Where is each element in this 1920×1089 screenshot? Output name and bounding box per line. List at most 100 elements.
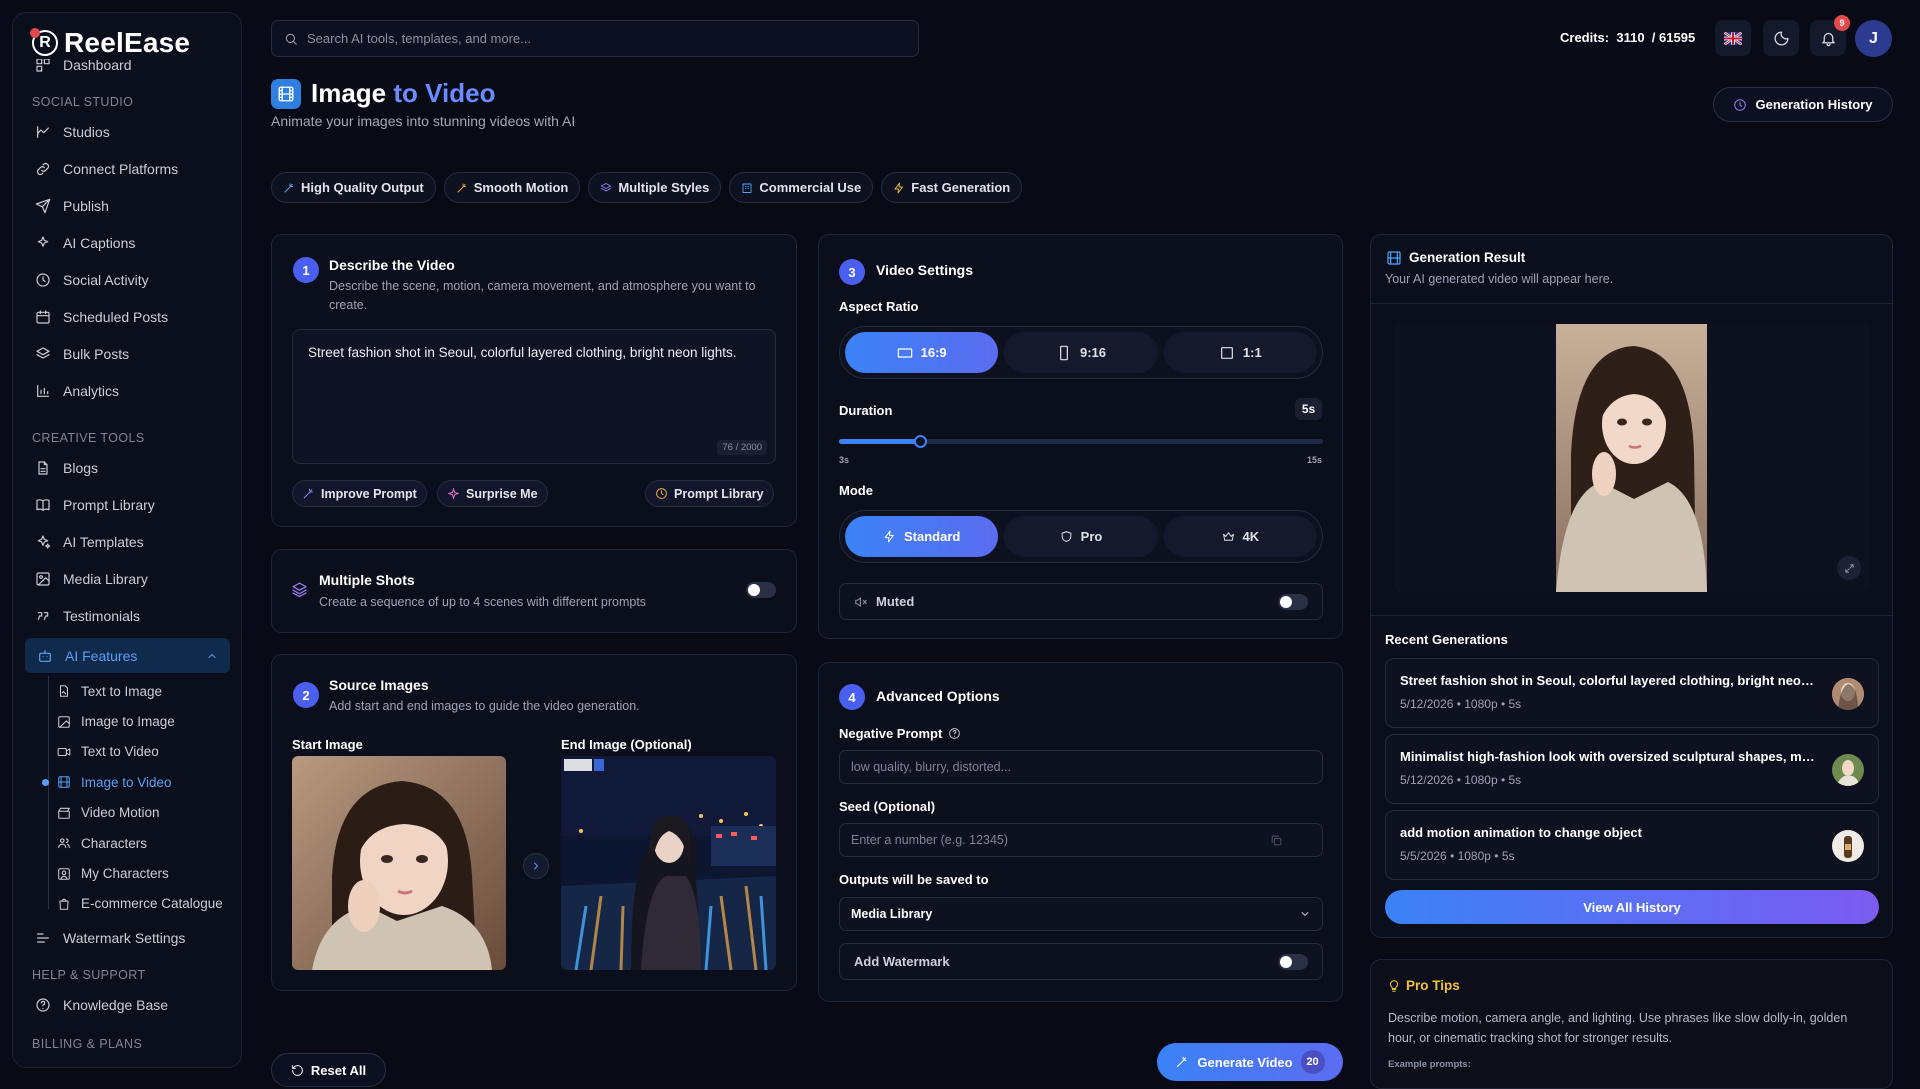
video-preview[interactable] [1393,324,1871,592]
step-badge: 4 [839,684,865,710]
sidebar-item-blogs[interactable]: Blogs [13,449,229,486]
sidebar-item-scheduled-posts[interactable]: Scheduled Posts [13,298,229,335]
improve-prompt-button[interactable]: Improve Prompt [292,480,427,507]
seed-input[interactable] [851,833,1270,847]
help-circle-icon [949,728,961,739]
quote-icon [37,611,49,620]
watermark-row: Add Watermark [839,943,1323,980]
card-description: Create a sequence of up to 4 scenes with… [319,595,647,609]
recent-generation-item[interactable]: Minimalist high-fashion look with oversi… [1385,734,1879,804]
end-image-label: End Image (Optional) [561,737,692,752]
start-image[interactable] [292,756,506,970]
card-title: Advanced Options [876,688,1000,704]
section-creative-tools: CREATIVE TOOLS [32,431,145,445]
next-arrow-button[interactable] [523,853,549,879]
save-location-select[interactable]: Media Library [839,897,1323,931]
sidebar-item-testimonials[interactable]: Testimonials [13,597,229,634]
prompt-textarea[interactable]: Street fashion shot in Seoul, colorful l… [292,329,776,464]
sidebar-item-image-to-video[interactable]: Image to Video [40,767,241,797]
copy-icon[interactable] [1270,834,1283,847]
sidebar-item-ai-captions[interactable]: AI Captions [13,224,229,261]
sidebar-item-publish[interactable]: Publish [13,187,229,224]
video-icon [57,747,71,756]
slider-thumb[interactable] [913,435,927,448]
search-input[interactable] [307,31,887,46]
expand-button[interactable] [1837,556,1861,580]
divider [1371,303,1892,304]
sidebar-item-my-characters[interactable]: My Characters [40,858,241,888]
user-avatar[interactable]: J [1855,20,1892,57]
view-all-history-button[interactable]: View All History [1385,890,1879,924]
sidebar-item-media-library[interactable]: Media Library [13,560,229,597]
prompt-library-button[interactable]: Prompt Library [645,480,774,507]
example-prompts-label: Example prompts: [1388,1059,1471,1070]
mode-selector: Standard Pro 4K [839,510,1323,563]
aspect-9-16-option[interactable]: 9:16 [1004,332,1158,373]
mode-standard-option[interactable]: Standard [845,516,999,557]
duration-slider[interactable] [839,435,1323,448]
end-image[interactable] [561,756,776,970]
sidebar-item-studios[interactable]: Studios [13,113,229,150]
book-icon [36,498,50,511]
global-search[interactable] [271,20,919,57]
chip-multiple-styles: Multiple Styles [588,172,722,203]
multiple-shots-toggle[interactable] [746,582,776,598]
sidebar-item-social-activity[interactable]: Social Activity [13,261,229,298]
result-preview-image [1556,324,1707,592]
mode-pro-option[interactable]: Pro [1004,516,1158,557]
aspect-1-1-option[interactable]: 1:1 [1163,332,1317,373]
step-badge: 3 [839,259,865,285]
sidebar-item-ai-features[interactable]: AI Features [25,638,230,673]
pro-tips-card: Pro Tips Describe motion, camera angle, … [1370,959,1893,1089]
generate-video-button[interactable]: Generate Video 20 [1157,1043,1343,1081]
card-title: Multiple Shots [319,572,415,588]
page-title: Image to Video [311,78,496,108]
section-help-support: HELP & SUPPORT [32,968,146,983]
sidebar-item-prompt-library[interactable]: Prompt Library [13,486,229,523]
prompt-text: Street fashion shot in Seoul, colorful l… [308,345,737,360]
surprise-me-button[interactable]: Surprise Me [437,480,548,507]
negative-prompt-input[interactable] [851,760,1311,774]
sidebar-item-ecommerce-catalogue[interactable]: E-commerce Catalogue [40,889,241,919]
aspect-16-9-option[interactable]: 16:9 [845,332,999,373]
reset-all-button[interactable]: Reset All [271,1053,386,1087]
save-location-label: Outputs will be saved to [839,872,989,887]
robot-icon [39,649,51,662]
sidebar-item-characters[interactable]: Characters [40,828,241,858]
pro-tips-title: Pro Tips [1406,978,1460,993]
sidebar-item-analytics[interactable]: Analytics [13,372,229,409]
seed-field[interactable] [839,823,1323,857]
studios-icon [37,125,49,138]
sidebar-item-image-to-image[interactable]: Image to Image [40,706,241,736]
credits-total: / 61595 [1651,30,1696,45]
theme-toggle-button[interactable] [1763,20,1799,56]
link-icon [36,162,50,175]
sidebar-item-knowledge-base[interactable]: Knowledge Base [13,986,229,1023]
app-logo[interactable]: R ReelEase [30,27,201,59]
chevron-down-icon [1301,912,1309,916]
recent-generation-item[interactable]: add motion animation to change object 5/… [1385,810,1879,880]
generation-history-button[interactable]: Generation History [1713,87,1893,122]
sidebar-item-dashboard[interactable]: Dashboard [13,57,229,73]
duration-min: 3s [839,455,850,465]
sidebar-item-connect-platforms[interactable]: Connect Platforms [13,150,229,187]
card-title: Source Images [329,677,429,693]
sidebar-item-text-to-video[interactable]: Text to Video [40,737,241,767]
recent-generation-item[interactable]: Street fashion shot in Seoul, colorful l… [1385,658,1879,728]
step-badge: 2 [293,682,319,708]
sidebar-nav: Dashboard SOCIAL STUDIO Studios Connect … [13,57,241,1055]
sidebar-item-text-to-image[interactable]: Text to Image [40,676,241,706]
lightbulb-icon [1389,980,1399,992]
sidebar-item-ai-templates[interactable]: AI Templates [13,523,229,560]
sidebar-item-video-motion[interactable]: Video Motion [40,798,241,828]
language-button[interactable] [1715,20,1751,56]
mode-4k-option[interactable]: 4K [1163,516,1317,557]
zap-icon [894,182,904,193]
watermark-toggle[interactable] [1278,954,1308,970]
negative-prompt-field[interactable] [839,750,1323,784]
sidebar-item-watermark-settings[interactable]: Watermark Settings [13,919,229,956]
notifications-button[interactable]: 9 [1810,15,1850,56]
card-description: Your AI generated video will appear here… [1385,272,1614,286]
muted-toggle[interactable] [1278,594,1308,610]
sidebar-item-bulk-posts[interactable]: Bulk Posts [13,335,229,372]
